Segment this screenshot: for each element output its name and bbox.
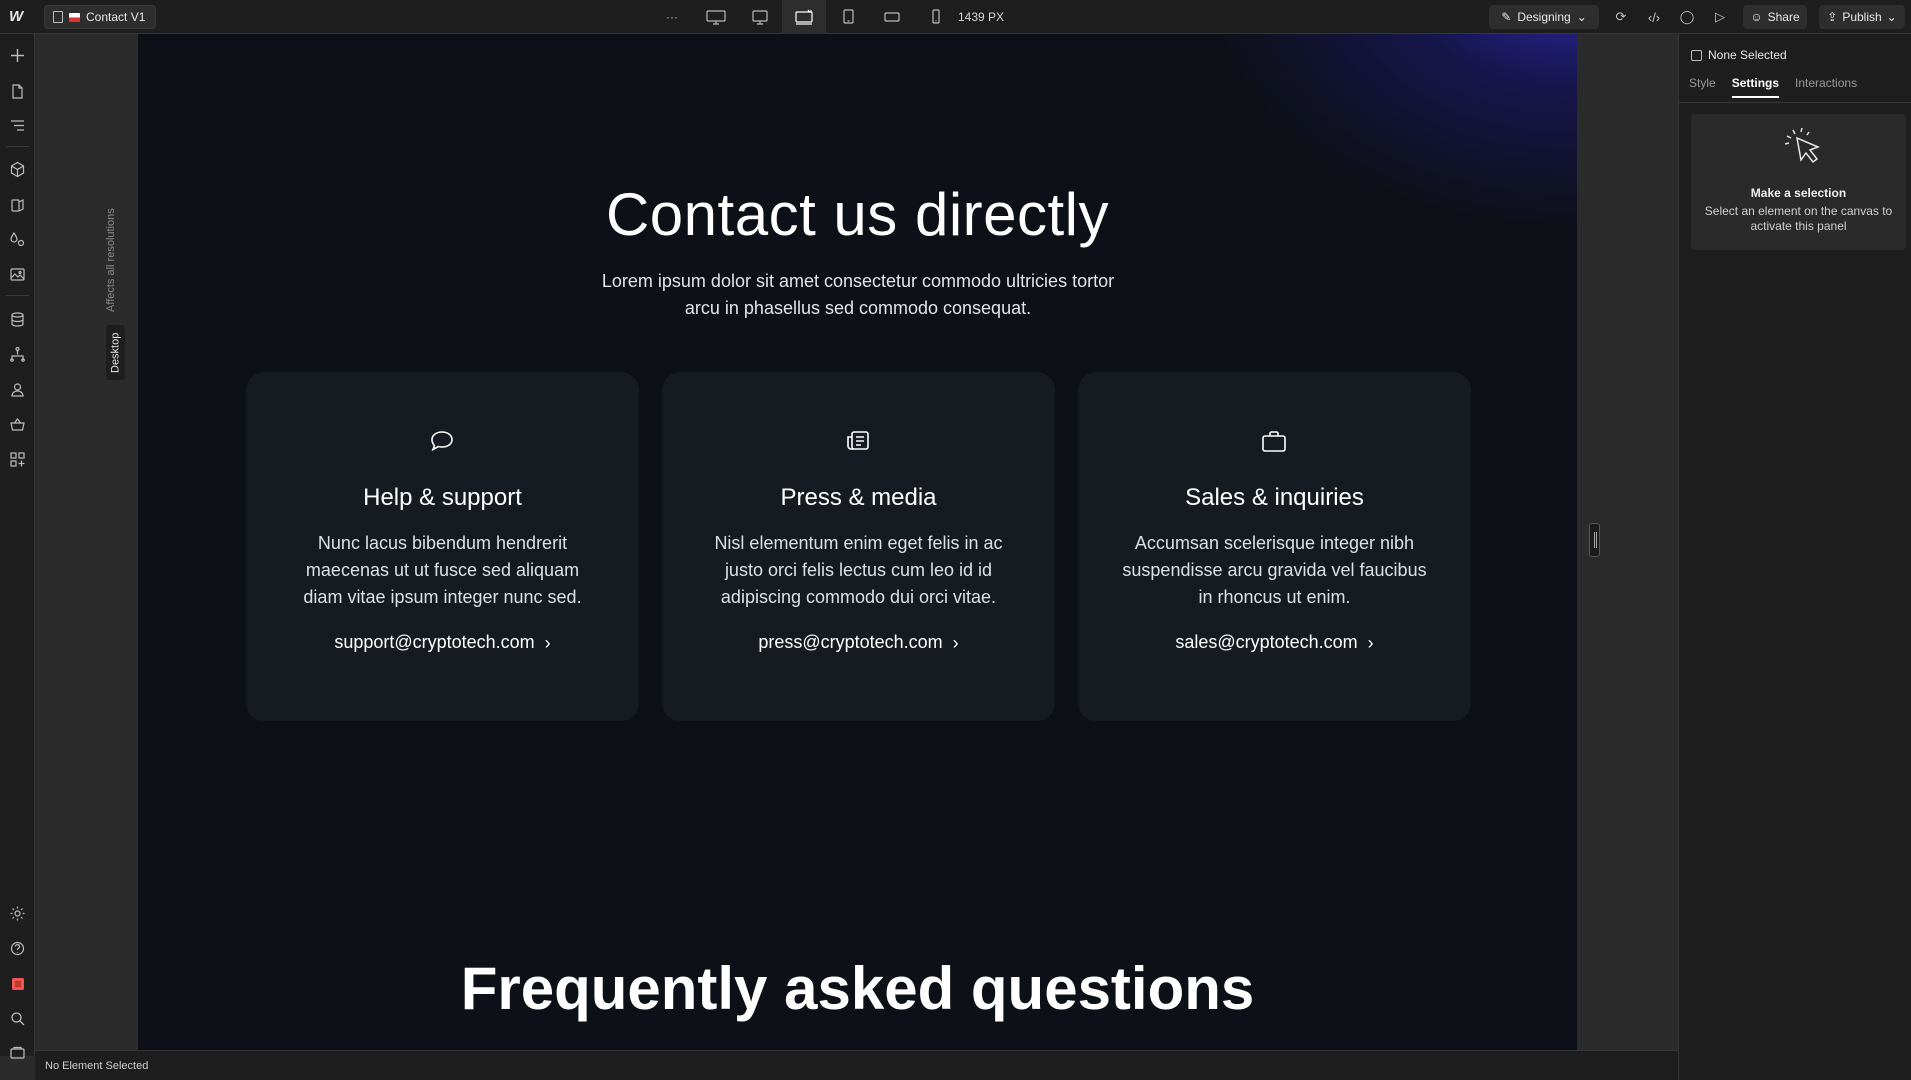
preview-play-icon[interactable]: ▷	[1710, 7, 1730, 27]
search-icon[interactable]	[8, 1009, 27, 1028]
contact-card-press[interactable]: Press & media Nisl elementum enim eget f…	[662, 372, 1055, 721]
email-text: press@cryptotech.com	[758, 632, 943, 652]
sync-icon[interactable]: ⟳	[1611, 7, 1631, 27]
tablet-icon[interactable]	[826, 0, 870, 34]
right-settings-panel: None Selected Style Settings Interaction…	[1678, 34, 1911, 1080]
affects-all-resolutions-label: Affects all resolutions	[105, 208, 117, 312]
settings-gear-icon[interactable]	[8, 904, 27, 923]
chevron-right-icon: ›	[544, 632, 551, 653]
card-body: Accumsan scelerisque integer nibh suspen…	[1122, 533, 1427, 607]
card-title: Press & media	[780, 484, 937, 511]
breakpoint-selector: ···	[650, 0, 958, 34]
mobile-portrait-icon[interactable]	[914, 0, 958, 34]
components-icon[interactable]	[8, 160, 27, 179]
comment-icon[interactable]: ◯	[1677, 7, 1697, 27]
apps-icon[interactable]	[8, 450, 27, 469]
left-toolbar	[0, 34, 35, 1059]
chevron-right-icon: ›	[952, 632, 959, 653]
logic-flow-icon[interactable]	[8, 345, 27, 364]
rail-divider	[6, 295, 29, 296]
more-breakpoints-button[interactable]: ···	[650, 0, 694, 34]
tab-interactions[interactable]: Interactions	[1795, 76, 1857, 98]
status-text: No Element Selected	[45, 1060, 149, 1072]
desktop-large-icon[interactable]	[694, 0, 738, 34]
cms-database-icon[interactable]	[8, 310, 27, 329]
contact-card-sales[interactable]: Sales & inquiries Accumsan scelerisque i…	[1078, 372, 1471, 721]
card-title: Sales & inquiries	[1185, 484, 1364, 511]
users-icon[interactable]	[8, 380, 27, 399]
pages-icon[interactable]	[8, 82, 27, 101]
brush-icon: ✎	[1501, 10, 1512, 24]
newspaper-icon	[842, 426, 874, 456]
card-body: Nunc lacus bibendum hendrerit maecenas u…	[303, 533, 582, 607]
empty-state-title: Make a selection	[1750, 186, 1847, 200]
top-toolbar: W Contact V1 ··· 1439 PX ✎ Designing ⌄ ⟳…	[0, 0, 1911, 34]
tab-settings[interactable]: Settings	[1731, 76, 1780, 98]
mobile-landscape-icon[interactable]	[870, 0, 914, 34]
press-email-link[interactable]: press@cryptotech.com ›	[662, 632, 1055, 653]
sales-email-link[interactable]: sales@cryptotech.com ›	[1078, 632, 1471, 653]
assets-icon[interactable]	[8, 265, 27, 284]
page-icon	[53, 11, 63, 23]
contact-card-support[interactable]: Help & support Nunc lacus bibendum hendr…	[246, 372, 639, 721]
navigator-icon[interactable]	[8, 116, 27, 135]
email-text: sales@cryptotech.com	[1175, 632, 1358, 652]
rocket-icon: ⇪	[1827, 10, 1838, 24]
style-manager-icon[interactable]	[8, 195, 27, 214]
faq-title[interactable]: Frequently asked questions	[138, 954, 1577, 1024]
support-email-link[interactable]: support@cryptotech.com ›	[246, 632, 639, 653]
canvas-width-readout: 1439 PX	[958, 10, 1005, 24]
desktop-breakpoint-label[interactable]: Desktop	[106, 325, 125, 380]
canvas-gutter	[35, 34, 138, 1050]
card-body: Nisl elementum enim eget felis in ac jus…	[714, 533, 1003, 607]
record-icon[interactable]	[8, 974, 27, 993]
locale-flag-icon	[69, 12, 80, 22]
chevron-right-icon: ›	[1367, 632, 1374, 653]
share-label: Share	[1767, 10, 1800, 24]
email-text: support@cryptotech.com	[334, 632, 535, 652]
chevron-down-icon: ⌄	[1576, 10, 1587, 24]
card-title: Help & support	[363, 484, 522, 511]
code-icon[interactable]: ‹/›	[1644, 7, 1664, 27]
panel-divider	[1679, 102, 1911, 103]
desktop-icon[interactable]	[738, 0, 782, 34]
record-square	[11, 977, 24, 990]
status-bar: No Element Selected	[35, 1050, 1678, 1080]
panel-tabs: Style Settings Interactions	[1689, 76, 1857, 98]
help-icon[interactable]	[8, 939, 27, 958]
selection-checkbox-icon	[1691, 49, 1702, 61]
empty-state-body: Select an element on the canvas to activ…	[1704, 204, 1893, 233]
publish-label: Publish	[1842, 10, 1882, 24]
page-name: Contact V1	[86, 10, 146, 24]
publish-button[interactable]: ⇪ Publish ⌄	[1819, 5, 1905, 29]
design-canvas[interactable]: Contact us directly Lorem ipsum dolor si…	[138, 34, 1577, 1050]
webflow-designer: W Contact V1 ··· 1439 PX ✎ Designing ⌄ ⟳…	[0, 0, 1911, 1080]
tab-style[interactable]: Style	[1689, 76, 1716, 98]
hero-title[interactable]: Contact us directly	[138, 180, 1577, 249]
desktop-base-icon[interactable]	[782, 0, 826, 34]
selection-label: None Selected	[1708, 48, 1787, 62]
user-icon: ☺	[1750, 10, 1763, 24]
audit-icon[interactable]	[8, 1044, 27, 1063]
variables-icon[interactable]	[8, 230, 27, 249]
toolbar-actions: ⟳ ‹/› ◯ ▷	[1611, 7, 1730, 27]
briefcase-icon	[1258, 426, 1290, 456]
ecommerce-basket-icon[interactable]	[8, 415, 27, 434]
cursor-click-icon	[1784, 127, 1821, 164]
chevron-down-icon: ⌄	[1886, 10, 1897, 24]
hero-subtitle[interactable]: Lorem ipsum dolor sit amet consectetur c…	[598, 268, 1118, 322]
add-elements-icon[interactable]	[8, 46, 27, 65]
empty-selection-card: Make a selection Select an element on th…	[1691, 114, 1906, 250]
selection-indicator: None Selected	[1691, 48, 1787, 62]
mode-label: Designing	[1517, 10, 1571, 24]
webflow-logo-icon[interactable]: W	[9, 9, 27, 25]
canvas-resize-handle[interactable]	[1589, 523, 1600, 557]
share-button[interactable]: ☺ Share	[1743, 5, 1807, 29]
designer-mode-dropdown[interactable]: ✎ Designing ⌄	[1489, 5, 1599, 29]
rail-divider	[6, 146, 29, 147]
page-selector[interactable]: Contact V1	[44, 5, 157, 29]
chat-bubble-icon	[426, 426, 458, 456]
